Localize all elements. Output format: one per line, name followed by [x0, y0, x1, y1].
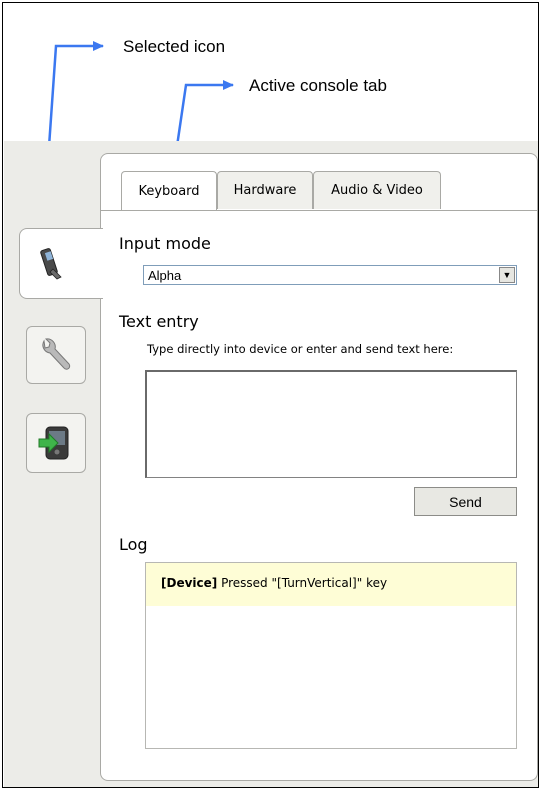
- sidebar-item-device[interactable]: [26, 413, 86, 473]
- sidebar-item-keyboard[interactable]: [19, 228, 103, 299]
- input-mode-select[interactable]: Alpha ▼: [143, 265, 517, 285]
- wrench-icon: [42, 338, 71, 370]
- window-frame: Selected icon Active console tab Keyboar…: [2, 2, 539, 788]
- tab-audio-video[interactable]: Audio & Video: [313, 171, 441, 209]
- log-entry: [Device] Pressed "[TurnVertical]" key: [146, 563, 516, 606]
- log-entry-source: [Device]: [161, 576, 218, 590]
- active-console-tab-annotation: Active console tab: [249, 76, 387, 95]
- log-list: [Device] Pressed "[TurnVertical]" key: [145, 562, 517, 749]
- tab-baseline: [101, 210, 537, 211]
- input-mode-label: Input mode: [119, 234, 211, 253]
- device-sync-icon: [38, 426, 69, 460]
- console-panel: Keyboard Hardware Audio & Video Input mo…: [100, 153, 538, 781]
- selected-icon-annotation: Selected icon: [123, 37, 226, 56]
- chevron-down-icon[interactable]: ▼: [499, 267, 515, 283]
- input-mode-value: Alpha: [148, 268, 182, 283]
- sidebar-item-tools[interactable]: [26, 326, 86, 384]
- text-entry-field[interactable]: [145, 370, 517, 478]
- text-entry-hint: Type directly into device or enter and s…: [147, 342, 454, 356]
- tab-hardware[interactable]: Hardware: [217, 171, 313, 209]
- log-entry-message: Pressed "[TurnVertical]" key: [221, 576, 388, 590]
- log-label: Log: [119, 535, 148, 554]
- tab-keyboard[interactable]: Keyboard: [121, 171, 217, 210]
- send-button[interactable]: Send: [414, 487, 517, 516]
- text-entry-label: Text entry: [119, 312, 199, 331]
- phone-icon: [39, 247, 62, 279]
